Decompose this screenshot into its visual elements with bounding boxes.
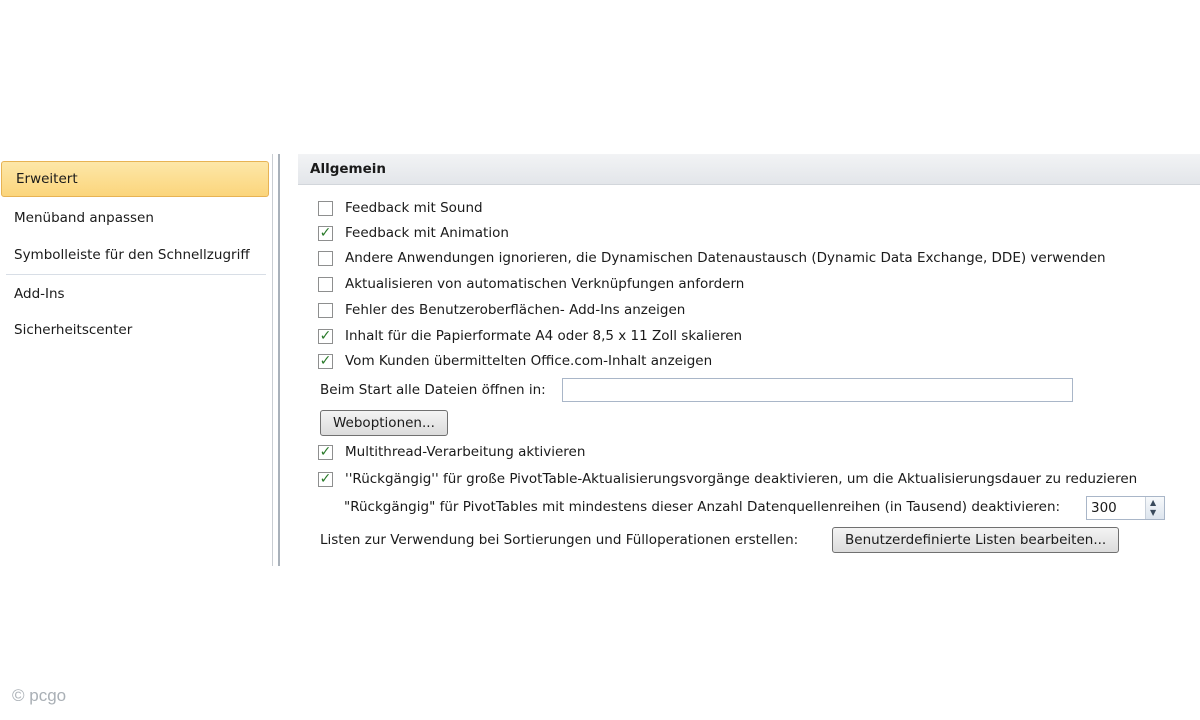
checkbox[interactable]: ✓ <box>318 471 333 487</box>
option-scale-paper[interactable]: ✓ Inhalt für die Papierformate A4 oder 8… <box>318 326 742 346</box>
checkbox[interactable]: ✓ <box>318 444 333 460</box>
checkmark-icon: ✓ <box>319 353 332 369</box>
edit-custom-lists-button[interactable]: Benutzerdefinierte Listen bearbeiten... <box>832 527 1120 553</box>
spinner-value: 300 <box>1091 500 1117 516</box>
option-ignore-dde[interactable]: Andere Anwendungen ignorieren, die Dynam… <box>318 248 1106 268</box>
watermark: © pcgo <box>12 686 67 705</box>
sidebar-item-schnellzugriff[interactable]: Symbolleiste für den Schnellzugriff <box>0 237 270 273</box>
sidebar-item-label: Sicherheitscenter <box>14 322 133 338</box>
sidebar-item-add-ins[interactable]: Add-Ins <box>0 276 270 312</box>
spinner-up-icon[interactable]: ▲ <box>1150 499 1156 507</box>
option-label: Fehler des Benutzeroberflächen- Add-Ins … <box>345 302 686 318</box>
checkbox[interactable] <box>318 200 333 216</box>
option-multithread[interactable]: ✓ Multithread-Verarbeitung aktivieren <box>318 442 585 462</box>
section-header: Allgemein <box>298 154 1200 185</box>
sidebar-separator <box>6 274 266 275</box>
spinner-down-icon[interactable]: ▼ <box>1150 509 1156 517</box>
options-sidebar: Erweitert Menüband anpassen Symbolleiste… <box>0 158 272 566</box>
sidebar-item-label: Erweitert <box>16 171 78 187</box>
checkmark-icon: ✓ <box>319 444 332 460</box>
weboptions-button[interactable]: Weboptionen... <box>320 410 448 436</box>
sidebar-item-label: Menüband anpassen <box>14 210 154 226</box>
option-feedback-sound[interactable]: Feedback mit Sound <box>318 198 483 218</box>
checkbox[interactable] <box>318 250 333 266</box>
checkbox[interactable] <box>318 276 333 292</box>
sidebar-item-label: Symbolleiste für den Schnellzugriff <box>14 247 250 263</box>
checkbox[interactable]: ✓ <box>318 225 333 241</box>
pivot-threshold-spinner[interactable]: 300 ▲ ▼ <box>1086 496 1165 520</box>
checkmark-icon: ✓ <box>319 225 332 241</box>
option-label: Feedback mit Sound <box>345 200 483 216</box>
option-feedback-animation[interactable]: ✓ Feedback mit Animation <box>318 223 509 243</box>
option-label: Multithread-Verarbeitung aktivieren <box>345 444 586 460</box>
checkbox[interactable] <box>318 302 333 318</box>
sidebar-divider <box>272 154 273 566</box>
option-pivot-undo[interactable]: ✓ ''Rückgängig'' für große PivotTable-Ak… <box>318 469 1137 489</box>
checkmark-icon: ✓ <box>319 328 332 344</box>
custom-lists-label: Listen zur Verwendung bei Sortierungen u… <box>320 532 799 548</box>
checkbox[interactable]: ✓ <box>318 328 333 344</box>
sidebar-scrollbar-edge[interactable] <box>278 154 280 566</box>
startup-folder-label: Beim Start alle Dateien öffnen in: <box>320 382 546 398</box>
option-addin-errors[interactable]: Fehler des Benutzeroberflächen- Add-Ins … <box>318 300 685 320</box>
pivot-threshold-label: "Rückgängig" für PivotTables mit mindest… <box>344 499 1061 515</box>
option-label: Aktualisieren von automatischen Verknüpf… <box>345 276 745 292</box>
spinner-arrows[interactable]: ▲ ▼ <box>1145 497 1164 519</box>
sidebar-item-sicherheitscenter[interactable]: Sicherheitscenter <box>0 312 270 348</box>
checkmark-icon: ✓ <box>319 471 332 487</box>
section-title: Allgemein <box>310 161 386 177</box>
option-update-links[interactable]: Aktualisieren von automatischen Verknüpf… <box>318 274 744 294</box>
watermark-text: pcgo <box>29 686 67 705</box>
option-label: ''Rückgängig'' für große PivotTable-Aktu… <box>345 471 1138 487</box>
option-label: Vom Kunden übermittelten Office.com-Inha… <box>345 353 713 369</box>
checkbox[interactable]: ✓ <box>318 353 333 369</box>
option-label: Andere Anwendungen ignorieren, die Dynam… <box>345 250 1106 266</box>
option-office-content[interactable]: ✓ Vom Kunden übermittelten Office.com-In… <box>318 351 712 371</box>
option-label: Feedback mit Animation <box>345 225 509 241</box>
sidebar-item-menuband-anpassen[interactable]: Menüband anpassen <box>0 200 270 236</box>
sidebar-item-erweitert[interactable]: Erweitert <box>1 161 269 197</box>
option-label: Inhalt für die Papierformate A4 oder 8,5… <box>345 328 743 344</box>
sidebar-item-label: Add-Ins <box>14 286 65 302</box>
startup-folder-input[interactable] <box>562 378 1073 402</box>
